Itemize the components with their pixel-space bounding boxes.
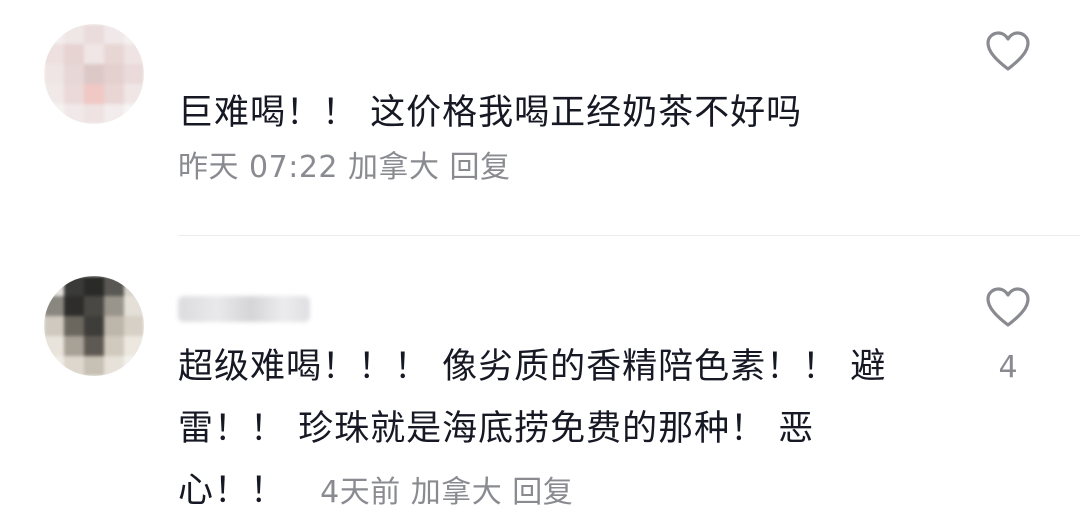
comment-item: 超级难喝！！！ 像劣质的香精陪色素！！ 避 雷！！ 珍珠就是海底捞免费的那种！ … [0,236,1080,527]
username-redacted [178,296,310,322]
avatar-image [44,276,144,376]
comment-meta: 昨天 07:22 加拿大 回复 [178,146,918,190]
comment-text-line-1: 超级难喝！！！ 像劣质的香精陪色素！！ 避 [178,347,887,387]
comment-body: 巨难喝！！ 这价格我喝正经奶茶不好吗 昨天 07:22 加拿大 回复 [178,82,918,190]
comment-body: 超级难喝！！！ 像劣质的香精陪色素！！ 避 雷！！ 珍珠就是海底捞免费的那种！ … [178,336,918,524]
heart-outline-icon [986,31,1030,71]
comment-time: 4天前 [320,475,401,510]
comment-item: 巨难喝！！ 这价格我喝正经奶茶不好吗 昨天 07:22 加拿大 回复 [0,0,1080,236]
avatar[interactable] [44,24,144,124]
heart-outline-icon [986,287,1030,327]
comment-text-line-3-row: 心！！ 4天前 加拿大 回复 [178,460,918,524]
reply-button[interactable]: 回复 [512,475,573,510]
comment-text-line-3: 心！！ [178,471,287,511]
comment-location: 加拿大 [348,150,440,185]
like-button[interactable] [984,30,1032,94]
comment-time: 昨天 07:22 [178,150,338,185]
like-count: 4 [998,350,1018,385]
comment-location: 加拿大 [410,475,503,510]
avatar-image [44,24,144,124]
comment-meta: 4天前 加拿大 回复 [320,475,583,510]
reply-button[interactable]: 回复 [450,150,511,185]
comment-text: 巨难喝！！ 这价格我喝正经奶茶不好吗 [178,93,803,133]
avatar[interactable] [44,276,144,376]
like-button[interactable]: 4 [984,286,1032,385]
comment-text-line-2: 雷！！ 珍珠就是海底捞免费的那种！ 恶 [178,409,815,449]
